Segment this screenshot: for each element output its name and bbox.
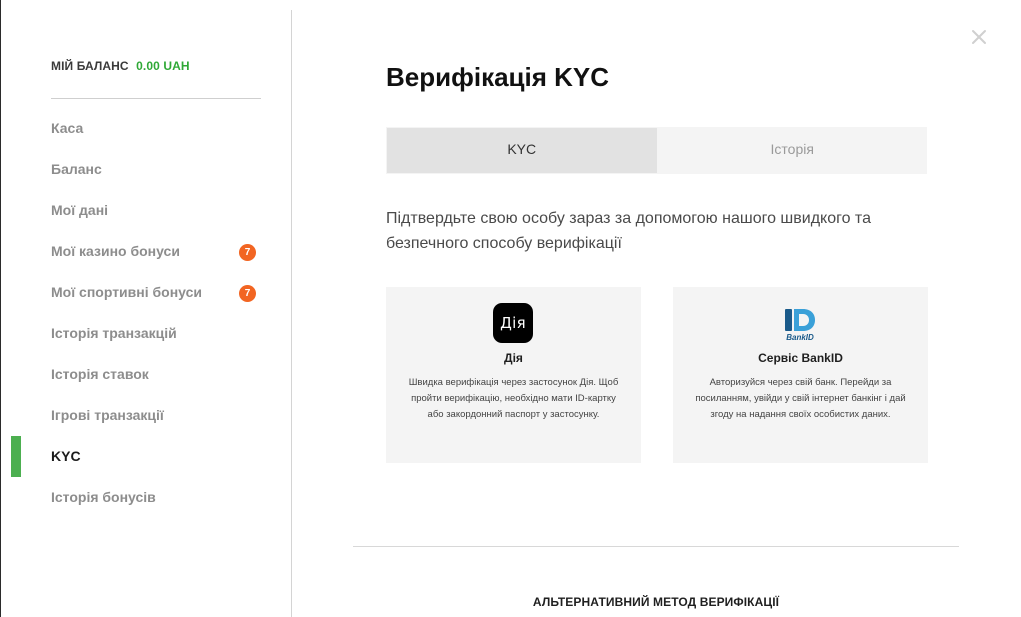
sidebar-item-label: Мої спортивні бонуси: [51, 284, 202, 300]
sidebar-divider: [291, 10, 292, 617]
sidebar-item-label: Історія транзакцій: [51, 325, 177, 341]
kyc-tabs: KYC Історія: [386, 127, 927, 174]
sidebar-item-label: KYC: [51, 448, 81, 464]
active-indicator: [11, 436, 21, 477]
close-button[interactable]: [968, 26, 990, 48]
balance-divider: [51, 98, 261, 99]
balance-label: МІЙ БАЛАНС: [51, 59, 129, 73]
intro-text: Підтвердьте свою особу зараз за допомого…: [386, 210, 871, 252]
balance-display: МІЙ БАЛАНС 0.00 UAH: [51, 59, 190, 73]
kyc-modal: МІЙ БАЛАНС 0.00 UAH Каса Баланс Мої дані…: [0, 0, 1021, 617]
balance-value: 0.00 UAH: [136, 59, 190, 73]
sidebar-item-label: Історія ставок: [51, 366, 149, 382]
diia-logo-icon: Дія: [493, 303, 533, 343]
sidebar-item-label: Каса: [51, 120, 84, 136]
sidebar-menu: Каса Баланс Мої дані Мої казино бонуси 7…: [0, 108, 291, 518]
sidebar-item-game-transactions[interactable]: Ігрові транзакції: [0, 395, 291, 436]
sidebar-item-transaction-history[interactable]: Історія транзакцій: [0, 313, 291, 354]
sidebar-item-label: Мої казино бонуси: [51, 243, 180, 259]
close-icon: [972, 30, 986, 44]
page-title: Верифікація KYC: [386, 62, 610, 92]
sidebar-item-label: Мої дані: [51, 202, 109, 218]
casino-bonuses-count-badge: 7: [239, 244, 256, 261]
sidebar-item-kasa[interactable]: Каса: [0, 108, 291, 149]
method-title: Дія: [504, 351, 523, 365]
method-description: Авторизуйся через свій банк. Перейди за …: [695, 377, 906, 420]
sport-bonuses-count-badge: 7: [239, 285, 256, 302]
sidebar-item-label: Ігрові транзакції: [51, 407, 164, 423]
bankid-logo-icon: BankID: [785, 309, 815, 342]
sidebar-item-sport-bonuses[interactable]: Мої спортивні бонуси 7: [0, 272, 291, 313]
tab-history[interactable]: Історія: [658, 127, 928, 174]
sidebar-item-bonus-history[interactable]: Історія бонусів: [0, 477, 291, 518]
method-title: Сервіс BankID: [758, 351, 843, 365]
bankid-logo: BankID: [780, 303, 820, 343]
sidebar-item-bet-history[interactable]: Історія ставок: [0, 354, 291, 395]
sidebar-item-casino-bonuses[interactable]: Мої казино бонуси 7: [0, 231, 291, 272]
tab-kyc[interactable]: KYC: [387, 128, 657, 173]
verification-method-bankid[interactable]: BankID Сервіс BankID Авторизуйся через с…: [673, 287, 928, 463]
sidebar-item-label: Баланс: [51, 161, 102, 177]
sidebar-item-label: Історія бонусів: [51, 489, 156, 505]
verification-method-diia[interactable]: Дія Дія Швидка верифікація через застосу…: [386, 287, 641, 463]
bankid-logo-text: BankID: [786, 333, 814, 342]
sidebar-item-balance[interactable]: Баланс: [0, 149, 291, 190]
alternative-method-link[interactable]: АЛЬТЕРНАТИВНИЙ МЕТОД ВЕРИФІКАЦІЇ: [353, 595, 959, 609]
sidebar-item-my-data[interactable]: Мої дані: [0, 190, 291, 231]
method-description: Швидка верифікація через застосунок Дія.…: [408, 377, 619, 420]
section-divider: [353, 546, 959, 547]
account-sidebar: МІЙ БАЛАНС 0.00 UAH Каса Баланс Мої дані…: [0, 0, 291, 617]
sidebar-item-kyc[interactable]: KYC: [0, 436, 291, 477]
